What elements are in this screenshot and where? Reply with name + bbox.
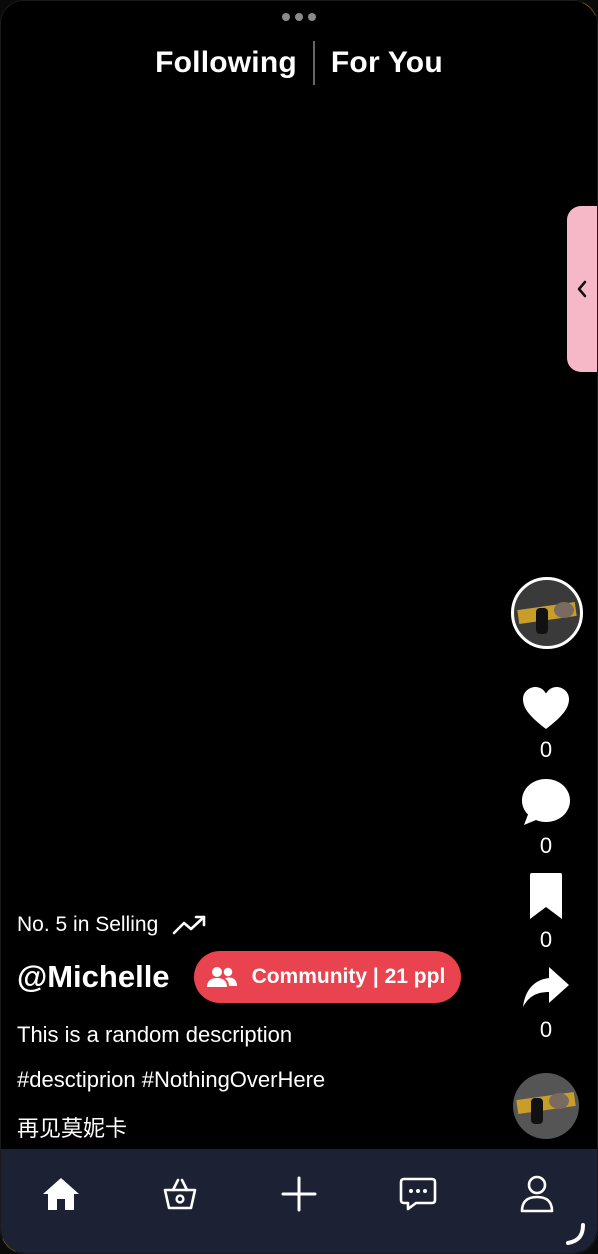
comment-bubble-icon bbox=[522, 779, 570, 825]
resize-handle-icon[interactable] bbox=[563, 1221, 589, 1247]
people-icon bbox=[206, 967, 237, 987]
bookmark-action[interactable]: 0 bbox=[509, 871, 583, 953]
share-action[interactable]: 0 bbox=[509, 963, 583, 1043]
community-button[interactable]: Community | 21 ppl bbox=[193, 951, 462, 1003]
nav-messages[interactable] bbox=[388, 1164, 448, 1224]
comment-count: 0 bbox=[539, 833, 553, 858]
home-icon bbox=[42, 1178, 79, 1210]
rank-badge[interactable]: No. 5 in Selling bbox=[17, 913, 208, 937]
creator-row: @Michelle Community | 21 ppl bbox=[17, 951, 462, 1003]
basket-icon bbox=[163, 1178, 197, 1210]
hashtags[interactable]: #desctiprion #NothingOverHere bbox=[17, 1067, 325, 1093]
description-line-3: 再见莫妮卡 bbox=[17, 1117, 128, 1142]
heart-icon bbox=[523, 687, 569, 729]
creator-avatar[interactable] bbox=[511, 577, 583, 649]
chat-icon bbox=[399, 1177, 437, 1211]
bookmark-count: 0 bbox=[539, 927, 553, 952]
nav-shop[interactable] bbox=[150, 1164, 210, 1224]
sound-disc-image bbox=[513, 1073, 579, 1139]
profile-icon bbox=[521, 1175, 554, 1213]
plus-icon bbox=[281, 1176, 317, 1212]
like-count: 0 bbox=[539, 737, 553, 762]
like-action[interactable]: 0 bbox=[509, 685, 583, 763]
tab-for-you[interactable]: For You bbox=[315, 46, 459, 80]
trending-up-icon bbox=[172, 915, 206, 935]
bookmark-icon bbox=[530, 873, 562, 919]
nav-home[interactable] bbox=[31, 1164, 91, 1224]
side-drawer-handle[interactable] bbox=[567, 206, 597, 372]
nav-profile[interactable] bbox=[507, 1164, 567, 1224]
sound-disc[interactable] bbox=[513, 1073, 579, 1139]
avatar-image bbox=[514, 580, 580, 646]
community-label: Community | 21 ppl bbox=[251, 965, 446, 988]
tab-following[interactable]: Following bbox=[139, 46, 313, 80]
comment-action[interactable]: 0 bbox=[509, 777, 583, 859]
share-count: 0 bbox=[539, 1017, 553, 1042]
nav-create[interactable] bbox=[269, 1164, 329, 1224]
bottom-nav bbox=[1, 1149, 597, 1253]
phone-frame: Following For You 0 0 0 0 No. 5 in Selli… bbox=[0, 0, 598, 1254]
rank-text: No. 5 in Selling bbox=[17, 913, 159, 936]
share-arrow-icon bbox=[523, 967, 569, 1007]
feed-tabs: Following For You bbox=[1, 41, 597, 85]
more-dots-icon[interactable] bbox=[282, 13, 316, 21]
video-feed[interactable]: Following For You 0 0 0 0 No. 5 in Selli… bbox=[1, 1, 597, 1253]
username[interactable]: @Michelle bbox=[17, 959, 170, 995]
video-description: This is a random description bbox=[17, 1022, 293, 1047]
chevron-left-icon bbox=[577, 280, 587, 298]
